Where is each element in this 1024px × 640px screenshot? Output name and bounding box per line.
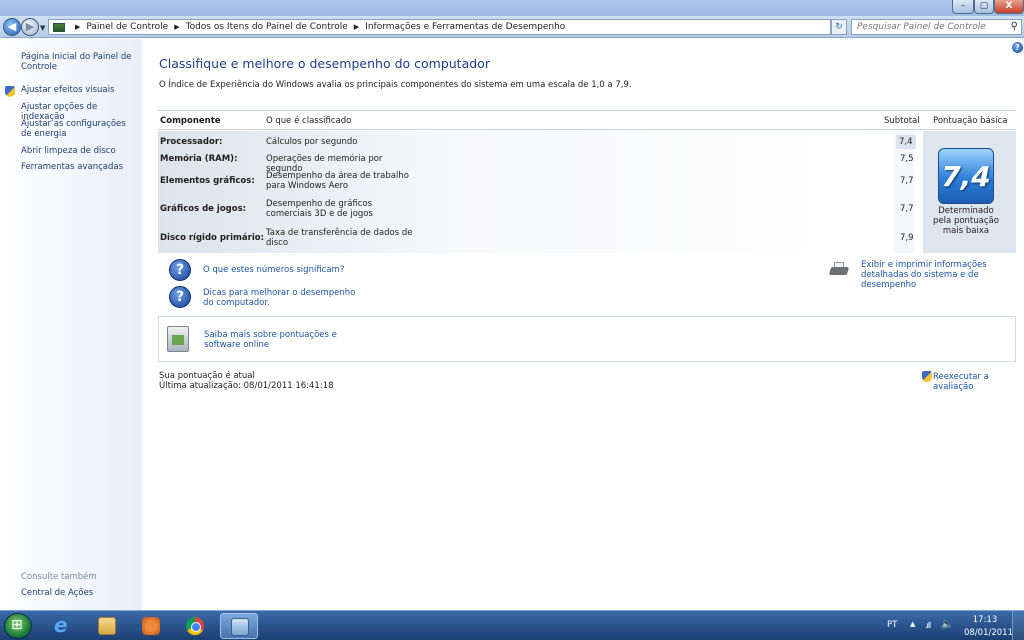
network-icon[interactable]: .ıll	[925, 621, 931, 630]
component-label: Memória (RAM):	[160, 154, 238, 164]
subtotal-value: 7,7	[900, 176, 914, 186]
maximize-button[interactable]: ▢	[974, 0, 994, 14]
help-question-icon[interactable]: ?	[169, 259, 191, 281]
search-box[interactable]: ⚲	[851, 19, 1022, 35]
component-label: Processador:	[160, 137, 223, 147]
header-component: Componente	[160, 116, 221, 126]
clock-date[interactable]: 08/01/2011	[964, 628, 1013, 638]
title-bar: – ▢ X	[0, 0, 1024, 16]
taskbar-internet-explorer[interactable]: e	[44, 613, 82, 639]
score-table: Componente O que é classificado Subtotal…	[158, 110, 1016, 254]
sidebar-item-visual-effects[interactable]: Ajustar efeitos visuais	[21, 85, 136, 95]
table-header: Componente O que é classificado Subtotal…	[158, 110, 1016, 130]
base-score-caption: Determinado pela pontuação mais baixa	[933, 206, 999, 236]
minimize-button[interactable]: –	[952, 0, 974, 14]
search-icon[interactable]: ⚲	[1011, 21, 1018, 32]
refresh-button[interactable]: ↻	[831, 19, 847, 35]
component-label: Disco rígido primário:	[160, 233, 264, 243]
sidebar-item-disk-cleanup[interactable]: Abrir limpeza de disco	[21, 146, 136, 156]
taskbar: e PT ▲ .ıll 🔈 17:13 08/01/2011	[0, 610, 1024, 640]
sidebar-item-control-panel-home[interactable]: Página Inicial do Painel de Controle	[21, 52, 136, 72]
page-title: Classifique e melhore o desempenho do co…	[159, 56, 490, 71]
folder-icon	[98, 617, 116, 635]
base-score-badge: 7,4	[938, 148, 994, 204]
close-button[interactable]: X	[994, 0, 1024, 14]
control-panel-icon	[53, 22, 65, 32]
address-bar[interactable]: ▶ Painel de Controle ▶ Todos os Itens do…	[48, 19, 874, 35]
uac-shield-icon	[5, 86, 15, 97]
rated-label: Desempenho da área de trabalho para Wind…	[266, 171, 409, 191]
language-indicator[interactable]: PT	[887, 620, 897, 630]
media-player-icon	[142, 617, 160, 635]
header-subtotal: Subtotal	[884, 116, 920, 126]
breadcrumb-separator-icon[interactable]: ▶	[174, 23, 179, 31]
what-numbers-mean-link[interactable]: O que estes números significam?	[203, 265, 344, 275]
component-label: Gráficos de jogos:	[160, 204, 247, 214]
show-desktop-button[interactable]	[1012, 611, 1024, 640]
taskbar-control-panel[interactable]	[220, 613, 258, 639]
online-info-box: Saiba mais sobre pontuações e software o…	[158, 316, 1016, 362]
rerun-assessment-link[interactable]: Reexecutar a avaliação	[933, 372, 1024, 392]
uac-shield-icon	[922, 371, 932, 382]
search-input[interactable]	[857, 22, 1007, 32]
chrome-icon	[186, 617, 204, 635]
taskbar-chrome[interactable]	[176, 613, 214, 639]
rated-label: Cálculos por segundo	[266, 137, 358, 147]
header-rated: O que é classificado	[266, 116, 352, 126]
forward-button[interactable]: ▶	[21, 18, 39, 36]
show-hidden-icons-icon[interactable]: ▲	[910, 620, 915, 628]
clock-time[interactable]: 17:13	[964, 615, 1006, 625]
taskbar-windows-explorer[interactable]	[88, 613, 126, 639]
control-panel-icon	[231, 618, 249, 636]
help-question-icon[interactable]: ?	[169, 286, 191, 308]
breadcrumb-separator-icon: ▶	[75, 23, 81, 31]
sidebar-item-action-center[interactable]: Central de Ações	[21, 588, 93, 598]
header-base-score: Pontuação básica	[933, 116, 1008, 126]
breadcrumb-control-panel[interactable]: Painel de Controle	[86, 22, 168, 32]
rated-label: Taxa de transferência de dados de disco	[266, 228, 413, 248]
see-also-heading: Consulte também	[21, 572, 97, 582]
printer-icon[interactable]	[828, 262, 850, 278]
performance-tips-link[interactable]: Dicas para melhorar o desempenho do comp…	[203, 288, 363, 308]
sidebar: Página Inicial do Painel de Controle Aju…	[0, 39, 142, 610]
print-details-link[interactable]: Exibir e imprimir informações detalhadas…	[861, 260, 1019, 290]
rated-label: Desempenho de gráficos comerciais 3D e d…	[266, 199, 373, 219]
last-update: Última atualização: 08/01/2011 16:41:18	[159, 381, 334, 391]
volume-icon[interactable]: 🔈	[941, 619, 953, 630]
breadcrumb-performance[interactable]: Informações e Ferramentas de Desempenho	[365, 22, 565, 32]
breadcrumb-all-items[interactable]: Todos os Itens do Painel de Controle	[186, 22, 348, 32]
subtotal-value: 7,9	[900, 233, 914, 243]
internet-explorer-icon: e	[54, 613, 68, 637]
software-box-icon	[167, 326, 189, 352]
learn-more-online-link[interactable]: Saiba mais sobre pontuações e software o…	[204, 330, 374, 350]
back-button[interactable]: ◀	[3, 18, 21, 36]
subtotal-value: 7,5	[900, 154, 914, 164]
taskbar-media-player[interactable]	[132, 613, 170, 639]
sidebar-item-advanced-tools[interactable]: Ferramentas avançadas	[21, 162, 136, 172]
component-label: Elementos gráficos:	[160, 176, 255, 186]
subtotal-value: 7,4	[896, 135, 916, 149]
navigation-bar: ◀ ▶ ▼ ▶ Painel de Controle ▶ Todos os It…	[0, 16, 1024, 38]
start-button[interactable]	[4, 613, 32, 639]
page-description: O Índice de Experiência do Windows avali…	[159, 80, 632, 90]
help-icon[interactable]: ?	[1012, 42, 1023, 53]
score-status: Sua pontuação é atual	[159, 371, 255, 381]
history-dropdown-icon[interactable]: ▼	[40, 24, 45, 32]
sidebar-item-power-settings[interactable]: Ajustar as configurações de energia	[21, 119, 136, 139]
breadcrumb-separator-icon[interactable]: ▶	[354, 23, 359, 31]
subtotal-value: 7,7	[900, 204, 914, 214]
